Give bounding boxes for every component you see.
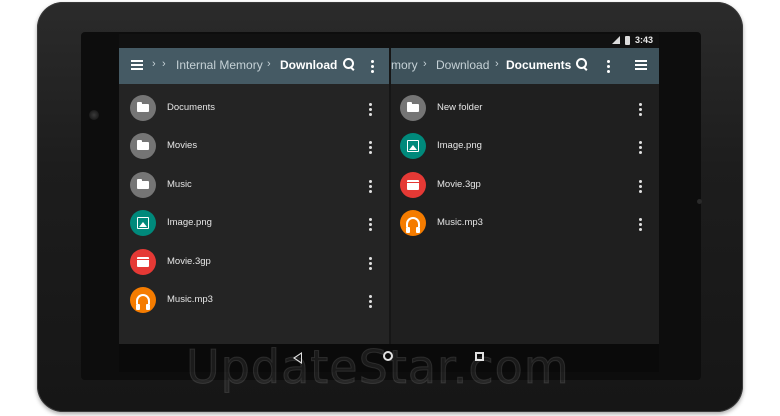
item-label: Movie.3gp — [437, 179, 481, 190]
item-menu-icon[interactable] — [369, 218, 373, 232]
item-menu-icon[interactable] — [639, 141, 643, 155]
folder-icon — [130, 133, 156, 159]
chevron-right-icon: › — [423, 58, 427, 70]
chevron-right-icon: › — [495, 58, 499, 70]
item-label: Documents — [167, 102, 215, 113]
item-menu-icon[interactable] — [369, 257, 373, 271]
folder-icon — [130, 172, 156, 198]
item-menu-icon[interactable] — [369, 103, 373, 117]
list-item[interactable]: Documents — [119, 91, 389, 129]
breadcrumb-current: Download — [280, 58, 337, 72]
video-icon — [130, 249, 156, 275]
folder-icon — [130, 95, 156, 121]
menu-icon[interactable] — [635, 60, 647, 70]
left-pane: › › Internal Memory › Download Documents… — [119, 48, 389, 344]
overflow-menu-icon[interactable] — [371, 60, 375, 74]
item-label: Music.mp3 — [437, 217, 483, 228]
right-toolbar: mory › Download › Documents — [391, 48, 659, 84]
item-menu-icon[interactable] — [639, 180, 643, 194]
item-label: New folder — [437, 102, 482, 113]
status-bar: 3:43 — [119, 34, 659, 48]
image-icon — [130, 210, 156, 236]
front-camera — [89, 110, 99, 120]
item-menu-icon[interactable] — [639, 218, 643, 232]
right-pane: mory › Download › Documents New folder I… — [391, 48, 659, 344]
breadcrumb-internal-memory[interactable]: Internal Memory — [176, 58, 263, 72]
list-item[interactable]: Music — [119, 168, 389, 206]
breadcrumb-download[interactable]: Download — [436, 58, 489, 72]
list-item[interactable]: Music.mp3 — [119, 283, 389, 321]
chevron-right-icon: › — [267, 58, 271, 70]
item-menu-icon[interactable] — [639, 103, 643, 117]
status-time: 3:43 — [635, 35, 653, 45]
battery-icon — [625, 36, 630, 45]
video-icon — [400, 172, 426, 198]
breadcrumb-current: Documents — [506, 58, 571, 72]
watermark: UpdateStar.com — [186, 340, 570, 394]
chevron-right-icon: › — [162, 58, 166, 70]
item-label: Image.png — [167, 217, 212, 228]
breadcrumb-overflow[interactable]: mory — [391, 58, 418, 72]
list-item[interactable]: Movies — [119, 129, 389, 167]
image-icon — [400, 133, 426, 159]
headphones-icon — [130, 287, 156, 313]
signal-icon — [612, 36, 620, 44]
device-screen: 3:43 › › Internal Memory › Download Docu… — [119, 34, 659, 372]
menu-icon[interactable] — [131, 60, 143, 70]
item-menu-icon[interactable] — [369, 141, 373, 155]
item-label: Movie.3gp — [167, 256, 211, 267]
item-label: Music.mp3 — [167, 294, 213, 305]
list-item[interactable]: Image.png — [119, 206, 389, 244]
left-toolbar: › › Internal Memory › Download — [119, 48, 389, 84]
list-item[interactable]: New folder — [391, 91, 659, 129]
breadcrumb-overflow[interactable]: › — [152, 58, 156, 70]
search-icon[interactable] — [343, 58, 354, 69]
list-item[interactable]: Music.mp3 — [391, 206, 659, 244]
overflow-menu-icon[interactable] — [607, 60, 611, 74]
item-label: Music — [167, 179, 192, 190]
item-label: Image.png — [437, 140, 482, 151]
list-item[interactable]: Movie.3gp — [391, 168, 659, 206]
headphones-icon — [400, 210, 426, 236]
item-label: Movies — [167, 140, 197, 151]
light-sensor — [697, 199, 702, 204]
item-menu-icon[interactable] — [369, 180, 373, 194]
item-menu-icon[interactable] — [369, 295, 373, 309]
list-item[interactable]: Movie.3gp — [119, 245, 389, 283]
list-item[interactable]: Image.png — [391, 129, 659, 167]
search-icon[interactable] — [576, 58, 587, 69]
folder-icon — [400, 95, 426, 121]
